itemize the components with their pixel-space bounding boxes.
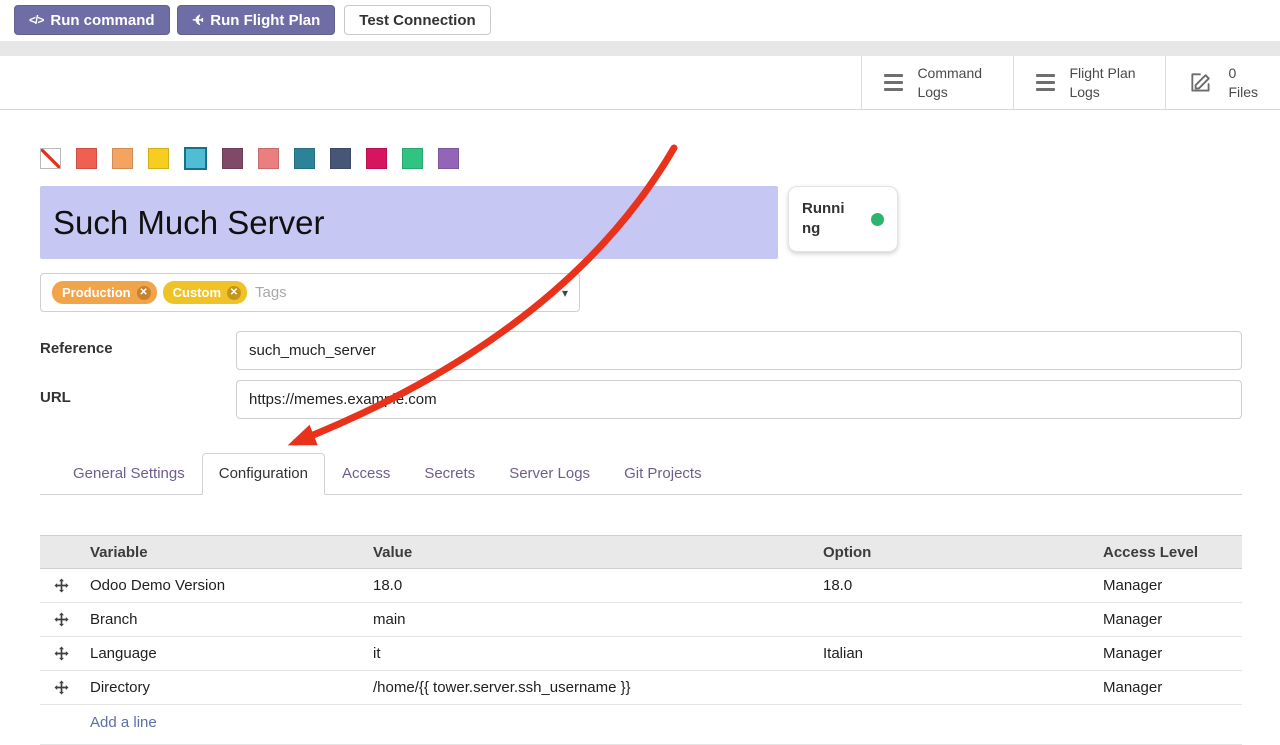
run-flight-plan-label: Run Flight Plan [210,12,320,29]
value-column-header: Value [365,536,815,569]
run-command-label: Run command [50,12,154,29]
flight-plan-logs-button[interactable]: Flight Plan Logs [1013,56,1165,109]
files-button[interactable]: 0 Files [1165,56,1280,109]
cell-variable[interactable]: Branch [82,603,365,637]
add-a-line-link[interactable]: Add a line [90,714,157,731]
color-swatch-red[interactable] [76,148,97,169]
tags-placeholder: Tags [255,284,287,301]
title-row: Such Much Server Running [40,186,1242,259]
run-flight-plan-button[interactable]: ✈ Run Flight Plan [177,5,336,35]
access-column-header: Access Level [1095,536,1242,569]
color-swatch-light-blue-selected[interactable] [184,147,207,170]
chevron-down-icon[interactable]: ▾ [562,286,568,300]
drag-handle-icon[interactable] [40,603,82,637]
cell-option[interactable]: Italian [815,637,1095,671]
top-toolbar: </> Run command ✈ Run Flight Plan Test C… [0,0,1280,41]
variable-column-header: Variable [82,536,365,569]
cell-value[interactable]: it [365,637,815,671]
cell-access[interactable]: Manager [1095,569,1242,603]
header-row: Command Logs Flight Plan Logs 0 Files [0,56,1280,110]
command-logs-label: Command Logs [917,64,991,102]
notebook-tabs: General Settings Configuration Access Se… [40,453,1242,495]
color-swatch-dark-blue[interactable] [330,148,351,169]
plane-icon: ✈ [192,12,204,29]
cell-access[interactable]: Manager [1095,603,1242,637]
test-connection-label: Test Connection [359,12,475,29]
server-name-input[interactable]: Such Much Server [40,186,778,259]
table-header-row: Variable Value Option Access Level [40,536,1242,569]
tab-access[interactable]: Access [325,453,407,495]
tab-general-settings[interactable]: General Settings [56,453,202,495]
tab-git-projects[interactable]: Git Projects [607,453,719,495]
tag-custom-label: Custom [173,285,221,300]
url-input[interactable]: https://memes.example.com [236,380,1242,419]
run-command-button[interactable]: </> Run command [14,5,170,35]
edit-pencil-icon [1188,70,1214,96]
cell-access[interactable]: Manager [1095,637,1242,671]
status-dot-icon [871,213,884,226]
table-row[interactable]: Directory /home/{{ tower.server.ssh_user… [40,671,1242,705]
url-label: URL [40,380,236,419]
cell-variable[interactable]: Language [82,637,365,671]
color-swatch-teal[interactable] [294,148,315,169]
color-swatch-none[interactable] [40,148,61,169]
handle-column-header [40,536,82,569]
tab-secrets[interactable]: Secrets [407,453,492,495]
command-logs-button[interactable]: Command Logs [861,56,1013,109]
status-label: Running [802,199,850,240]
tab-configuration[interactable]: Configuration [202,453,325,495]
color-swatch-green[interactable] [402,148,423,169]
cell-variable[interactable]: Odoo Demo Version [82,569,365,603]
table-row[interactable]: Language it Italian Manager [40,637,1242,671]
reference-row: Reference such_much_server [40,331,1242,370]
cell-value[interactable]: /home/{{ tower.server.ssh_username }} [365,671,815,705]
tags-input[interactable]: Production ✕ Custom ✕ Tags ▾ [40,273,580,312]
cell-value[interactable]: main [365,603,815,637]
cell-option[interactable] [815,671,1095,705]
drag-handle-icon[interactable] [40,637,82,671]
color-swatch-purple[interactable] [438,148,459,169]
test-connection-button[interactable]: Test Connection [344,5,490,35]
flight-plan-logs-label: Flight Plan Logs [1069,64,1143,102]
cell-access[interactable]: Manager [1095,671,1242,705]
list-icon [1036,74,1055,91]
tag-production-label: Production [62,285,131,300]
reference-label: Reference [40,331,236,370]
color-swatch-fuchsia[interactable] [366,148,387,169]
cell-value[interactable]: 18.0 [365,569,815,603]
code-icon: </> [29,13,43,27]
drag-handle-icon[interactable] [40,569,82,603]
color-swatch-yellow[interactable] [148,148,169,169]
status-card[interactable]: Running [788,186,898,252]
tag-production[interactable]: Production ✕ [52,281,157,304]
cell-option[interactable] [815,603,1095,637]
url-row: URL https://memes.example.com [40,380,1242,419]
reference-input[interactable]: such_much_server [236,331,1242,370]
tag-custom[interactable]: Custom ✕ [163,281,247,304]
tab-server-logs[interactable]: Server Logs [492,453,607,495]
main-content: Such Much Server Running Production ✕ Cu… [0,147,1280,745]
files-count: 0 [1228,64,1258,83]
color-palette [40,147,1242,170]
color-swatch-dark-purple[interactable] [222,148,243,169]
cell-variable[interactable]: Directory [82,671,365,705]
header-spacer [0,56,861,109]
cell-option[interactable]: 18.0 [815,569,1095,603]
option-column-header: Option [815,536,1095,569]
tag-remove-icon[interactable]: ✕ [227,286,241,300]
color-swatch-salmon[interactable] [258,148,279,169]
tag-remove-icon[interactable]: ✕ [137,286,151,300]
table-row[interactable]: Branch main Manager [40,603,1242,637]
color-swatch-orange[interactable] [112,148,133,169]
separator-band [0,41,1280,56]
table-row[interactable]: Odoo Demo Version 18.0 18.0 Manager [40,569,1242,603]
add-line-row: Add a line [40,705,1242,745]
variables-table: Variable Value Option Access Level Odoo … [40,535,1242,705]
files-label: Files [1228,83,1258,102]
drag-handle-icon[interactable] [40,671,82,705]
list-icon [884,74,903,91]
